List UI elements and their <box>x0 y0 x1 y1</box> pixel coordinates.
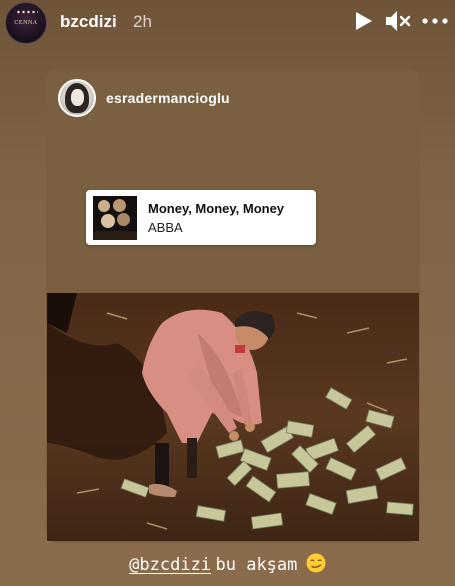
story-timestamp: 2h <box>133 12 152 31</box>
caption-mention[interactable]: @bzcdizi <box>129 555 211 575</box>
story-header: CENNA bzcdizi 2h <box>0 0 455 44</box>
story-username[interactable]: bzcdizi <box>60 12 117 32</box>
story-avatar[interactable]: CENNA <box>5 2 47 44</box>
album-art <box>93 196 137 240</box>
speaker-muted-icon[interactable] <box>385 9 411 33</box>
shared-post-username[interactable]: esradermancioglu <box>106 90 230 106</box>
song-artist: ABBA <box>148 220 183 235</box>
play-icon[interactable] <box>352 10 374 32</box>
song-title: Money, Money, Money <box>148 201 285 216</box>
photo-scene <box>47 293 419 541</box>
smirking-face-emoji-icon <box>306 553 326 573</box>
avatar-logo-text: CENNA <box>14 20 38 26</box>
story-caption: @bzcdizi bu akşam <box>0 553 455 575</box>
caption-text: bu akşam <box>215 555 298 575</box>
post-photo <box>47 293 419 541</box>
more-options-icon[interactable] <box>420 12 450 30</box>
shared-post-avatar[interactable] <box>58 79 96 117</box>
